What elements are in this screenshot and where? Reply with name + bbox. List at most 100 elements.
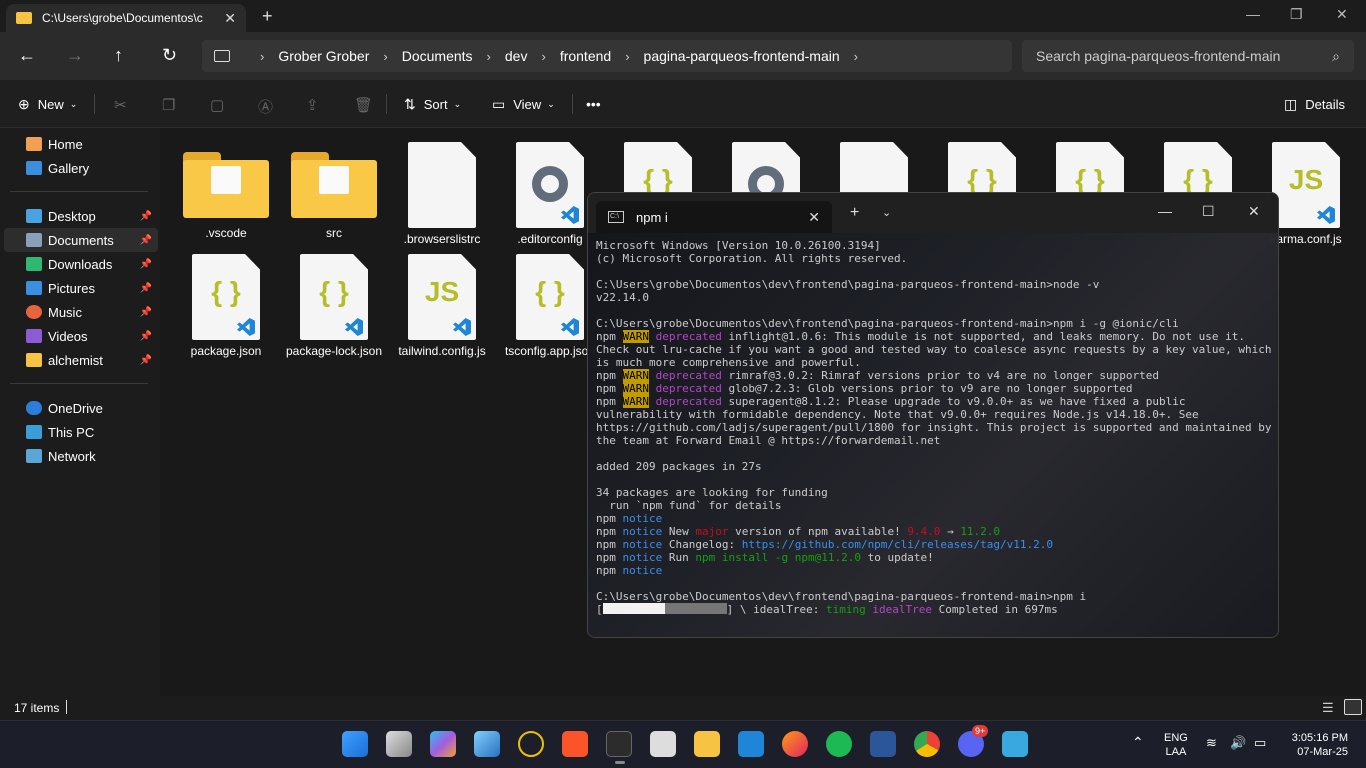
sidebar-item-downloads[interactable]: Downloads 📌 <box>4 252 158 276</box>
clock[interactable]: 3:05:16 PM 07-Mar-25 <box>1286 731 1348 759</box>
minimize-button[interactable]: — <box>1246 6 1260 22</box>
sidebar-item-thispc[interactable]: This PC <box>4 420 158 444</box>
refresh-button[interactable]: ↻ <box>162 45 177 66</box>
minimize-button[interactable]: — <box>1158 203 1172 219</box>
sidebar-item-pictures[interactable]: Pictures 📌 <box>4 276 158 300</box>
file-explorer-icon[interactable] <box>694 731 720 757</box>
warn-badge: WARN <box>622 382 649 395</box>
chevron-right-icon[interactable]: › <box>260 49 264 64</box>
sidebar-item-music[interactable]: Music 📌 <box>4 300 158 324</box>
close-window-button[interactable]: ✕ <box>1336 6 1348 23</box>
wifi-icon[interactable]: ≋ <box>1206 736 1217 750</box>
sidebar-item-videos[interactable]: Videos 📌 <box>4 324 158 348</box>
terminal-output[interactable]: Microsoft Windows [Version 10.0.26100.31… <box>596 239 1272 616</box>
pin-icon[interactable]: 📌 <box>140 235 152 246</box>
sidebar-item-onedrive[interactable]: OneDrive <box>4 396 158 420</box>
sidebar-item-label: Music <box>48 304 82 320</box>
close-tab-icon[interactable]: ✕ <box>808 209 820 226</box>
chevron-right-icon[interactable]: › <box>487 49 491 64</box>
notepad-icon[interactable] <box>1002 731 1028 757</box>
battery-icon[interactable]: ▭ <box>1254 736 1266 750</box>
discord-icon[interactable]: 9+ <box>958 725 989 757</box>
file-item[interactable]: JS tailwind.config.js <box>392 254 492 358</box>
view-button[interactable]: ▭ View ⌄ <box>492 96 555 113</box>
details-button[interactable]: ◫ Details <box>1284 96 1345 113</box>
twitch-icon[interactable] <box>650 731 676 757</box>
photos-icon[interactable] <box>474 731 500 757</box>
pin-icon[interactable]: 📌 <box>140 283 152 294</box>
breadcrumb-item[interactable]: dev <box>505 48 528 64</box>
breadcrumb-item[interactable]: Documents <box>402 48 473 64</box>
chevron-right-icon[interactable]: › <box>541 49 545 64</box>
chevron-up-icon[interactable]: ⌃ <box>1132 735 1144 749</box>
file-item[interactable]: .vscode <box>176 142 276 240</box>
breadcrumb-item[interactable]: frontend <box>560 48 611 64</box>
divider <box>94 94 95 114</box>
pin-icon[interactable]: 📌 <box>140 355 152 366</box>
file-item[interactable]: .browserslistrc <box>392 142 492 246</box>
file-item[interactable]: { } tsconfig.app.json <box>500 254 600 358</box>
terminal-tab[interactable]: C:\ npm i ✕ <box>596 201 832 233</box>
pin-icon[interactable]: 📌 <box>140 259 152 270</box>
file-item[interactable]: { } package-lock.json <box>284 254 384 358</box>
more-options-button[interactable]: ••• <box>586 96 601 112</box>
pin-icon[interactable]: 📌 <box>140 331 152 342</box>
sidebar-item-gallery[interactable]: Gallery <box>4 156 158 180</box>
breadcrumb[interactable]: › Grober Grober › Documents › dev › fron… <box>202 40 1012 72</box>
app-triangle-icon[interactable] <box>518 731 544 757</box>
breadcrumb-item[interactable]: Grober Grober <box>278 48 369 64</box>
new-button[interactable]: ⊕ New ⌄ <box>18 96 77 113</box>
delete-icon[interactable]: 🗑 <box>354 96 373 114</box>
share-icon[interactable]: ⇪ <box>306 96 319 114</box>
pin-icon[interactable]: 📌 <box>140 307 152 318</box>
maximize-button[interactable]: ☐ <box>1202 203 1215 220</box>
chevron-right-icon[interactable]: › <box>854 49 858 64</box>
brave-icon[interactable] <box>562 731 588 757</box>
rename-icon[interactable]: Ⓐ <box>258 96 273 117</box>
pin-icon[interactable]: 📌 <box>140 211 152 222</box>
file-name: tailwind.config.js <box>398 344 486 358</box>
new-tab-button[interactable]: + <box>262 6 273 27</box>
new-tab-button[interactable]: + <box>850 204 859 222</box>
volume-icon[interactable]: 🔊 <box>1230 736 1246 750</box>
task-view-icon[interactable] <box>386 731 412 757</box>
sidebar-item-home[interactable]: Home <box>4 132 158 156</box>
file-item[interactable]: src <box>284 142 384 240</box>
breadcrumb-item[interactable]: pagina-parqueos-frontend-main <box>644 48 840 64</box>
file-item[interactable]: { } package.json <box>176 254 276 358</box>
sidebar-item-documents[interactable]: Documents 📌 <box>4 228 158 252</box>
vscode-icon[interactable] <box>738 731 764 757</box>
search-input[interactable]: Search pagina-parqueos-frontend-main ⌕ <box>1022 40 1354 72</box>
tiles-view-icon[interactable] <box>1344 699 1362 715</box>
sidebar-item-desktop[interactable]: Desktop 📌 <box>4 204 158 228</box>
terminal-icon[interactable] <box>606 731 632 764</box>
start-icon[interactable] <box>342 731 368 757</box>
language-indicator[interactable]: ENG LAA <box>1164 731 1188 759</box>
copilot-icon[interactable] <box>430 731 456 757</box>
copy-icon[interactable]: ❐ <box>162 96 175 114</box>
sidebar-item-network[interactable]: Network <box>4 444 158 468</box>
firefox-icon[interactable] <box>782 731 808 757</box>
chevron-right-icon[interactable]: › <box>625 49 629 64</box>
explorer-tab[interactable]: C:\Users\grobe\Documentos\c ✕ <box>6 4 246 32</box>
file-item[interactable]: .editorconfig <box>500 142 600 246</box>
list-view-icon[interactable]: ☰ <box>1322 700 1334 716</box>
maximize-button[interactable]: ❐ <box>1290 6 1303 23</box>
close-tab-icon[interactable]: ✕ <box>224 10 236 27</box>
spotify-icon[interactable] <box>826 731 852 757</box>
sidebar-item-alchemist[interactable]: alchemist 📌 <box>4 348 158 372</box>
chevron-down-icon[interactable]: ⌄ <box>882 206 891 219</box>
forward-button[interactable]: → <box>66 45 84 66</box>
chevron-right-icon[interactable]: › <box>383 49 387 64</box>
close-window-button[interactable]: ✕ <box>1248 203 1260 220</box>
back-button[interactable]: ← <box>18 45 36 66</box>
output-line: C:\Users\grobe\Documentos\dev\frontend\p… <box>596 590 1087 603</box>
cut-icon[interactable]: ✂ <box>114 96 127 114</box>
sort-button[interactable]: ⇅ Sort ⌄ <box>404 96 461 113</box>
paste-icon[interactable]: ▢ <box>210 96 224 114</box>
changelog-link[interactable]: https://github.com/npm/cli/releases/tag/… <box>742 538 1053 551</box>
cmd-icon: C:\ <box>608 211 624 223</box>
up-button[interactable]: ↑ <box>114 45 123 66</box>
chrome-icon[interactable] <box>914 731 940 757</box>
word-icon[interactable] <box>870 731 896 757</box>
